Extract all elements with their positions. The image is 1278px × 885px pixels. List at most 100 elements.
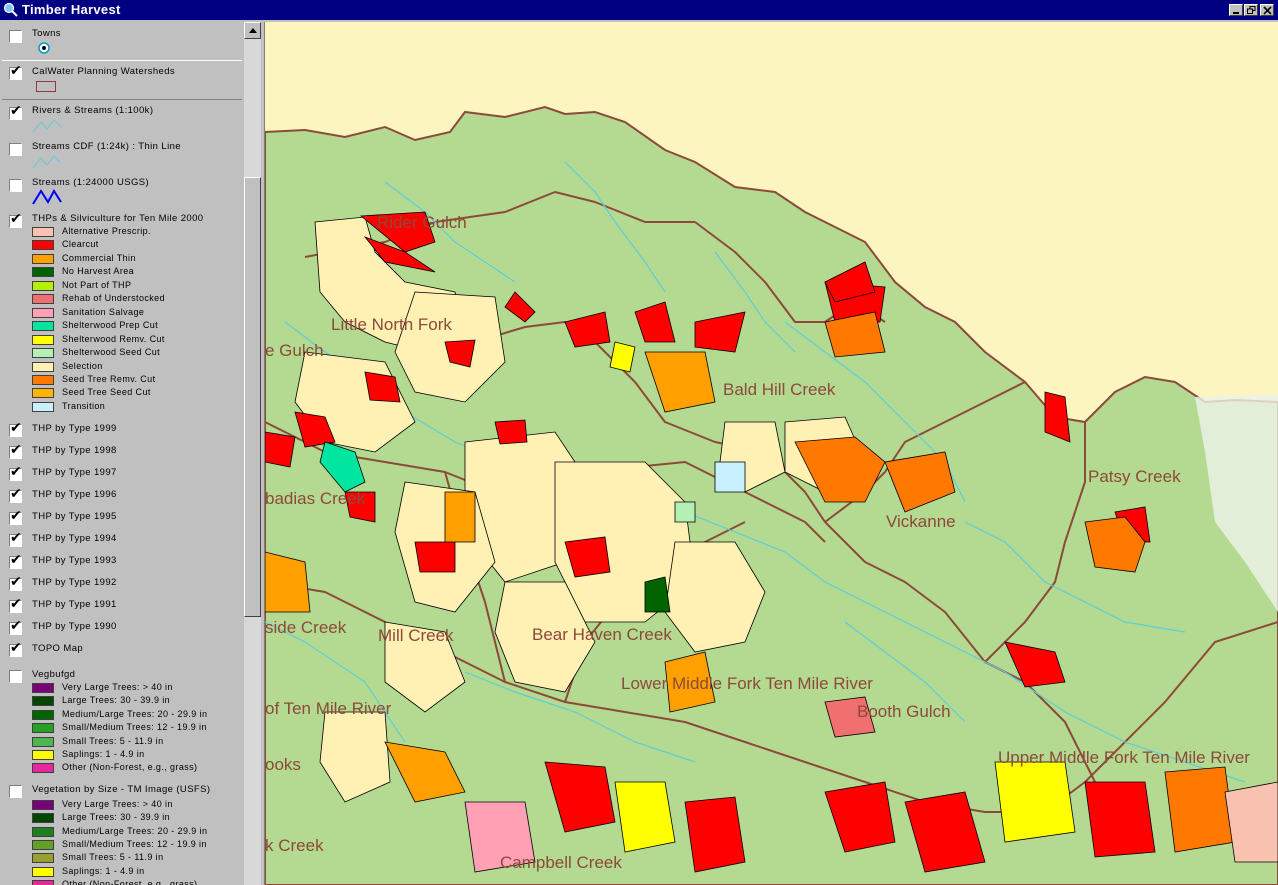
vegsize-checkbox[interactable] (9, 785, 22, 798)
title-bar[interactable]: Timber Harvest (0, 0, 1278, 20)
vegbufgd-checkbox[interactable] (9, 670, 22, 683)
layer-label: THP by Type 1994 (32, 533, 117, 544)
legend-class-label: No Harvest Area (62, 266, 135, 277)
layer-thp-year[interactable]: ✔ THP by Type 1992 (0, 574, 244, 594)
legend-swatch (32, 839, 54, 850)
legend-class-label: Small/Medium Trees: 12 - 19.9 in (62, 838, 207, 849)
layer-topo[interactable]: ✔ TOPO Map (0, 640, 244, 660)
layer-thp-year[interactable]: ✔ THP by Type 1994 (0, 530, 244, 550)
scroll-up-button[interactable] (244, 22, 261, 39)
layer-thp-year[interactable]: ✔ THP by Type 1997 (0, 464, 244, 484)
legend-class-label: Commercial Thin (62, 252, 136, 263)
restore-icon (1247, 6, 1256, 14)
layer-label: THPs & Silviculture for Ten Mile 2000 (32, 213, 204, 224)
label-patsy-creek: Patsy Creek (1088, 467, 1181, 486)
layer-label: THP by Type 1998 (32, 445, 117, 456)
legend-swatch (32, 683, 54, 693)
layer-label: Vegetation by Size - TM Image (USFS) (32, 784, 211, 795)
thp-year-checkbox[interactable]: ✔ (9, 509, 22, 525)
legend-class-label: Large Trees: 30 - 39.9 in (62, 695, 171, 706)
legend-class-label: Transition (62, 400, 106, 411)
layer-thp-year[interactable]: ✔ THP by Type 1995 (0, 508, 244, 528)
topo-checkbox[interactable]: ✔ (9, 641, 22, 657)
layer-thp-year[interactable]: ✔ THP by Type 1996 (0, 486, 244, 506)
legend-class-label: Alternative Prescrip. (62, 226, 151, 236)
layer-thp-year[interactable]: ✔ THP by Type 1991 (0, 596, 244, 616)
map-canvas[interactable]: Rider Gulch Little North Fork e Gulch Ba… (265, 22, 1278, 885)
map-view[interactable]: Rider Gulch Little North Fork e Gulch Ba… (265, 22, 1278, 885)
layer-streams-usgs[interactable]: Streams (1:24000 USGS) (0, 172, 244, 208)
label-bear-haven-creek: Bear Haven Creek (532, 625, 672, 644)
legend-class-label: Seed Tree Seed Cut (62, 387, 151, 398)
legend-swatch (32, 750, 54, 760)
legend-swatch (32, 388, 54, 399)
legend-class-label: Sanitation Salvage (62, 306, 145, 317)
layer-rivers[interactable]: ✔ Rivers & Streams (1:100k) (0, 100, 244, 136)
thp-year-checkbox[interactable]: ✔ (9, 553, 22, 569)
legend-class-label: Saplings: 1 - 4.9 in (62, 865, 145, 876)
legend-swatch (32, 280, 54, 291)
layer-vegbufgd[interactable]: Vegbufgd Very Large Trees: > 40 in Large … (0, 666, 244, 778)
legend-class-label: Other (Non-Forest, e.g., grass) (62, 762, 198, 773)
layer-label: THP by Type 1990 (32, 621, 117, 632)
legend-class-label: Shelterwood Remv. Cut (62, 333, 165, 344)
towns-checkbox[interactable] (9, 30, 22, 43)
thp-year-checkbox[interactable]: ✔ (9, 531, 22, 547)
layer-thp-year[interactable]: ✔ THP by Type 1999 (0, 420, 244, 440)
legend-class-label: Selection (62, 360, 103, 371)
calwater-checkbox[interactable]: ✔ (9, 64, 22, 80)
close-button[interactable] (1260, 4, 1274, 16)
thp-year-checkbox[interactable]: ✔ (9, 465, 22, 481)
streams-usgs-checkbox[interactable] (9, 179, 22, 192)
layer-streams-cdf[interactable]: Streams CDF (1:24k) : Thin Line (0, 136, 244, 172)
town-symbol-icon (38, 42, 50, 54)
legend-swatch (32, 401, 54, 412)
scroll-thumb[interactable] (244, 177, 261, 617)
watershed-symbol-icon (36, 81, 56, 92)
thp-year-checkbox[interactable]: ✔ (9, 421, 22, 437)
layer-label: THP by Type 1993 (32, 555, 117, 566)
app-window: Timber Harvest Towns ✔ CalWater Planning… (0, 0, 1278, 885)
label-badias-creek: badias Creek (265, 489, 366, 508)
minimize-icon (1233, 12, 1239, 14)
legend-class-label: Clearcut (62, 239, 99, 250)
legend-swatch (32, 361, 54, 372)
legend-class-label: Very Large Trees: > 40 in (62, 799, 173, 809)
thp-year-checkbox[interactable]: ✔ (9, 443, 22, 459)
thp-year-checkbox[interactable]: ✔ (9, 619, 22, 635)
thp-year-checkbox[interactable]: ✔ (9, 487, 22, 503)
layer-label: CalWater Planning Watersheds (32, 66, 176, 77)
thp-year-checkbox[interactable]: ✔ (9, 597, 22, 613)
stream-line-icon (32, 155, 62, 169)
legend-scrollbar[interactable] (244, 22, 261, 885)
layer-label: Rivers & Streams (1:100k) (32, 105, 154, 116)
label-booth-gulch: Booth Gulch (857, 702, 951, 721)
label-little-north-fork: Little North Fork (331, 315, 452, 334)
layer-label: TOPO Map (32, 643, 84, 654)
legend-class-label: Medium/Large Trees: 20 - 29.9 in (62, 825, 208, 836)
layer-thp-year[interactable]: ✔ THP by Type 1990 (0, 618, 244, 638)
legend-swatch (32, 800, 54, 810)
thp-year-checkbox[interactable]: ✔ (9, 575, 22, 591)
thps-checkbox[interactable]: ✔ (9, 212, 22, 228)
legend-class-label: Medium/Large Trees: 20 - 29.9 in (62, 708, 208, 719)
label-k-creek: k Creek (265, 836, 324, 855)
layer-thp-year[interactable]: ✔ THP by Type 1998 (0, 442, 244, 462)
layer-label: THP by Type 1996 (32, 489, 117, 500)
layer-towns[interactable]: Towns (0, 22, 244, 60)
layer-thp-year[interactable]: ✔ THP by Type 1993 (0, 552, 244, 572)
legend-swatch (32, 374, 54, 385)
restore-button[interactable] (1244, 4, 1258, 16)
layer-label: Towns (32, 28, 61, 39)
layer-vegsize[interactable]: Vegetation by Size - TM Image (USFS) Ver… (0, 782, 244, 885)
legend-class-label: Shelterwood Seed Cut (62, 347, 161, 358)
minimize-button[interactable] (1229, 4, 1243, 16)
layer-label: Vegbufgd (32, 669, 76, 680)
legend-swatch (32, 866, 54, 877)
rivers-checkbox[interactable]: ✔ (9, 104, 22, 120)
streams-cdf-checkbox[interactable] (9, 143, 22, 156)
legend-class-label: Seed Tree Remv. Cut (62, 373, 156, 384)
layer-label: Streams (1:24000 USGS) (32, 177, 150, 188)
layer-thps[interactable]: ✔ THPs & Silviculture for Ten Mile 2000 … (0, 208, 244, 418)
layer-calwater[interactable]: ✔ CalWater Planning Watersheds (0, 60, 244, 98)
